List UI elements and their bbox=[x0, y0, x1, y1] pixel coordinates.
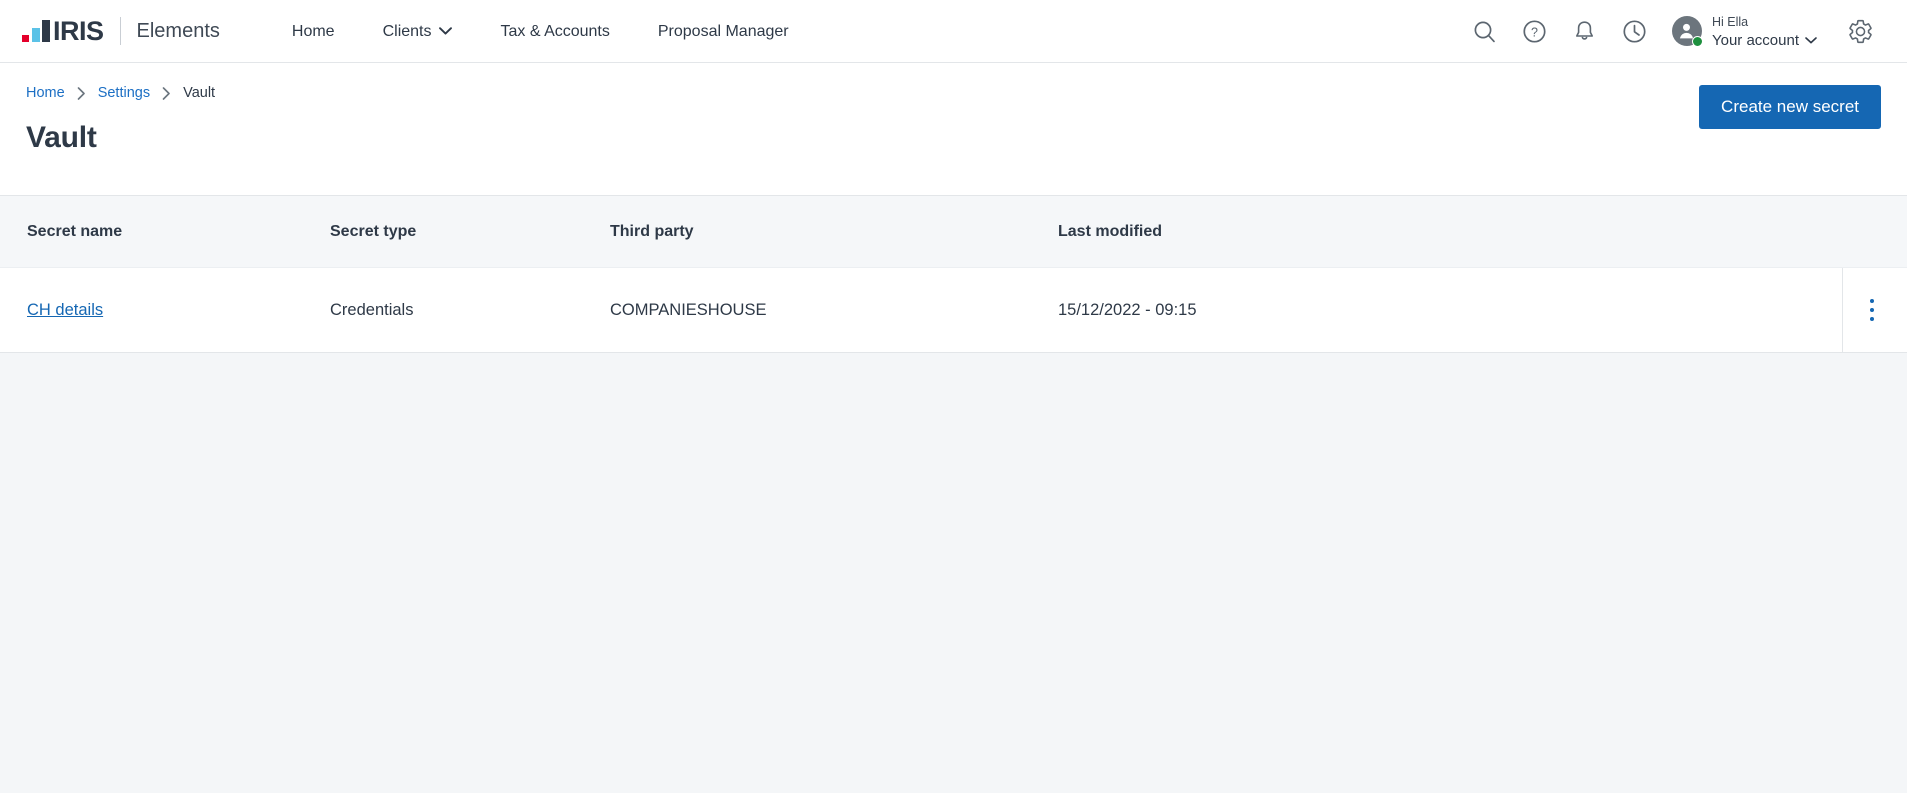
breadcrumb-item-home[interactable]: Home bbox=[26, 85, 65, 101]
breadcrumb-separator-icon bbox=[77, 86, 86, 100]
account-greeting: Hi Ella bbox=[1711, 15, 1749, 30]
column-header-third-party: Third party bbox=[610, 222, 694, 240]
online-status-dot bbox=[1691, 35, 1703, 47]
logo-wordmark: IRIS bbox=[53, 16, 104, 46]
page-title: Vault bbox=[26, 121, 97, 154]
nav-item-clients[interactable]: Clients bbox=[359, 0, 477, 63]
product-name: Elements bbox=[136, 20, 220, 42]
iris-logo-icon bbox=[22, 20, 50, 42]
account-menu[interactable]: Hi Ella Your account bbox=[1660, 13, 1821, 49]
nav-item-home[interactable]: Home bbox=[268, 0, 359, 63]
account-label: Your account bbox=[1711, 31, 1799, 49]
nav-item-tax-and-accounts[interactable]: Tax & Accounts bbox=[476, 0, 633, 63]
settings-button[interactable] bbox=[1835, 6, 1885, 56]
table-row: CH details Credentials COMPANIESHOUSE 15… bbox=[0, 268, 1907, 353]
cell-secret-type: Credentials bbox=[330, 300, 414, 319]
create-new-secret-button[interactable]: Create new secret bbox=[1699, 85, 1881, 129]
history-button[interactable] bbox=[1610, 6, 1660, 56]
help-circle-icon: ? bbox=[1523, 19, 1547, 43]
chevron-down-icon bbox=[439, 27, 453, 35]
table-header-row: Secret name Secret type Third party Last… bbox=[0, 195, 1907, 268]
brand-logo[interactable]: IRIS Elements bbox=[22, 0, 220, 62]
secrets-table: Secret name Secret type Third party Last… bbox=[0, 195, 1907, 353]
nav-item-label: Tax & Accounts bbox=[500, 22, 610, 40]
top-navigation-bar: IRIS Elements Home Clients Tax & Account… bbox=[0, 0, 1907, 63]
column-header-secret-name: Secret name bbox=[27, 222, 123, 240]
row-actions-divider bbox=[1842, 268, 1843, 352]
gear-icon bbox=[1848, 19, 1872, 43]
breadcrumb: Home Settings Vault bbox=[26, 85, 1881, 101]
secret-name-link[interactable]: CH details bbox=[27, 301, 103, 319]
breadcrumb-item-vault: Vault bbox=[183, 85, 216, 101]
logo-divider bbox=[119, 17, 121, 45]
nav-item-label: Home bbox=[291, 22, 335, 40]
chevron-down-icon bbox=[1805, 36, 1817, 44]
column-header-last-modified: Last modified bbox=[1058, 222, 1163, 240]
kebab-menu-icon[interactable] bbox=[1852, 288, 1892, 332]
page-header: Home Settings Vault Vault Create new sec… bbox=[0, 63, 1907, 195]
bell-icon bbox=[1576, 20, 1594, 40]
clock-icon bbox=[1623, 19, 1647, 43]
nav-item-label: Clients bbox=[382, 22, 432, 40]
help-button[interactable]: ? bbox=[1510, 6, 1560, 56]
nav-item-label: Proposal Manager bbox=[657, 22, 789, 40]
svg-text:?: ? bbox=[1532, 25, 1539, 39]
search-icon bbox=[1475, 21, 1496, 42]
notifications-button[interactable] bbox=[1560, 6, 1610, 56]
cell-secret-name: CH details bbox=[0, 301, 330, 320]
breadcrumb-item-settings[interactable]: Settings bbox=[98, 85, 150, 101]
search-button[interactable] bbox=[1460, 6, 1510, 56]
avatar bbox=[1671, 15, 1703, 47]
cell-actions bbox=[1815, 288, 1907, 332]
page-body-empty-area bbox=[0, 353, 1907, 793]
cell-last-modified: 15/12/2022 - 09:15 bbox=[1058, 300, 1197, 319]
breadcrumb-separator-icon bbox=[162, 86, 171, 100]
topbar-actions: ? Hi Ella Your account bbox=[1460, 6, 1885, 56]
main-nav: Home Clients Tax & Accounts Proposal Man… bbox=[268, 0, 813, 63]
nav-item-proposal-manager[interactable]: Proposal Manager bbox=[634, 0, 813, 63]
column-header-secret-type: Secret type bbox=[330, 222, 417, 240]
cell-third-party: COMPANIESHOUSE bbox=[610, 300, 767, 319]
